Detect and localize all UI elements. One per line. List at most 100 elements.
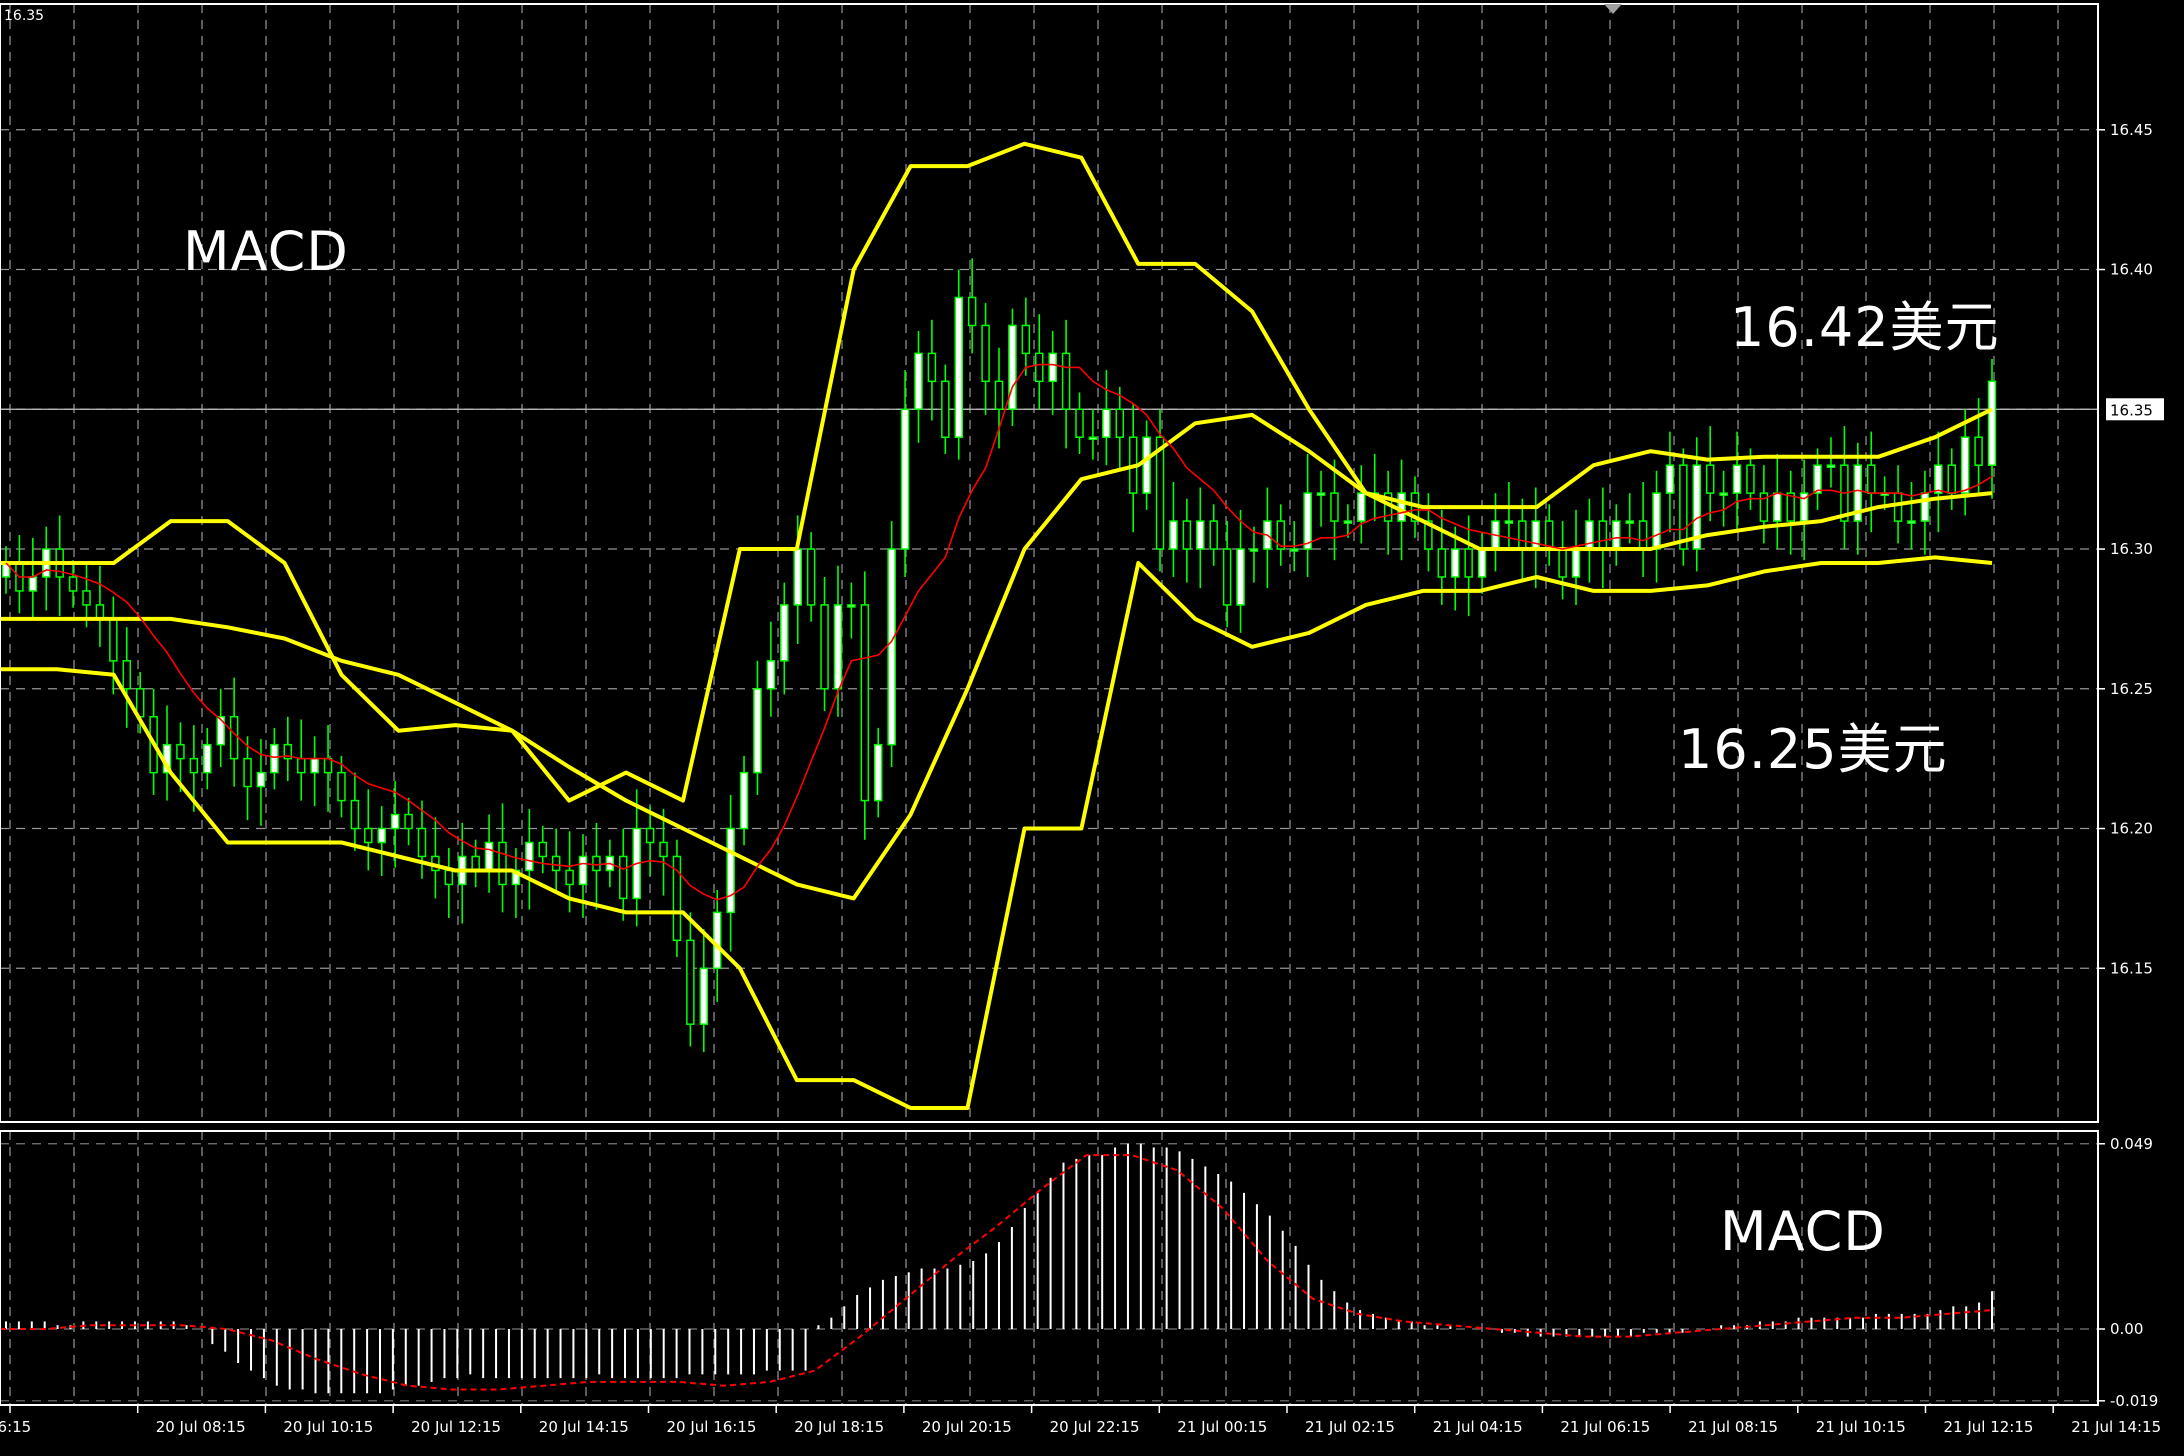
candle-body bbox=[243, 757, 252, 788]
candle-body bbox=[28, 576, 38, 592]
x-tick-label: 20 Jul 12:15 bbox=[411, 1418, 501, 1436]
candle-body bbox=[981, 324, 990, 383]
macd-y-tick-label: -0.019 bbox=[2110, 1392, 2158, 1410]
candle-body bbox=[1947, 464, 1956, 494]
x-tick-label: 21 Jul 02:15 bbox=[1305, 1418, 1395, 1436]
candle-body bbox=[1960, 436, 1970, 494]
candle-body bbox=[1746, 464, 1755, 494]
candle-body bbox=[1075, 408, 1084, 438]
candle-body bbox=[820, 604, 829, 690]
current-price-label: 16.35 bbox=[2110, 401, 2153, 419]
y-tick-label: 16.40 bbox=[2110, 261, 2153, 279]
candle-body bbox=[699, 967, 709, 1025]
macd-histogram bbox=[0, 1143, 1993, 1394]
candle-body bbox=[1236, 548, 1245, 606]
candle-body bbox=[1182, 520, 1192, 550]
candle-body bbox=[659, 841, 668, 858]
candle-body bbox=[1088, 436, 1098, 440]
candle-body bbox=[1450, 548, 1460, 578]
candle-body bbox=[1665, 464, 1675, 494]
candle-body bbox=[887, 548, 896, 746]
candle-body bbox=[1518, 520, 1527, 550]
candle-body bbox=[1531, 520, 1541, 550]
macd-signal-line bbox=[0, 1154, 1993, 1391]
candle-body bbox=[1477, 548, 1487, 578]
candle-body bbox=[1987, 380, 1997, 466]
candle-body bbox=[1330, 492, 1339, 522]
candle-body bbox=[444, 869, 454, 886]
x-tick-label: 21 Jul 12:15 bbox=[1944, 1418, 2034, 1436]
macd-panel-title: MACD bbox=[1720, 1200, 1886, 1263]
candle-body bbox=[1974, 436, 1983, 466]
candle-body bbox=[1625, 520, 1634, 524]
candle-body bbox=[1719, 492, 1728, 496]
candle-body bbox=[1612, 520, 1621, 550]
corner-price: 16.35 bbox=[4, 8, 45, 24]
candle-body bbox=[900, 408, 910, 550]
candle-body bbox=[994, 380, 1004, 411]
candle-body bbox=[68, 576, 78, 592]
y-tick-label: 16.25 bbox=[2110, 680, 2153, 698]
candle-body bbox=[1316, 492, 1326, 496]
candle-body bbox=[1920, 492, 1930, 522]
main-panel-title: MACD bbox=[183, 220, 349, 283]
candle-body bbox=[122, 660, 132, 690]
candle-body bbox=[1585, 520, 1594, 550]
candle-body bbox=[967, 296, 977, 327]
candle-body bbox=[551, 855, 561, 872]
candle-body bbox=[1222, 548, 1232, 606]
candle-body bbox=[619, 855, 628, 900]
candle-body bbox=[739, 771, 749, 830]
bollinger-lower-band bbox=[0, 555, 1993, 1110]
candle-body bbox=[1048, 352, 1057, 383]
candle-body bbox=[1021, 324, 1031, 355]
candle-body bbox=[390, 813, 400, 830]
candle-body bbox=[404, 813, 413, 830]
candle-body bbox=[793, 548, 802, 606]
candle-body bbox=[1196, 520, 1205, 550]
candle-body bbox=[1893, 492, 1903, 522]
candle-body bbox=[686, 939, 695, 1025]
shift-marker-icon bbox=[1604, 4, 1622, 14]
candle-body bbox=[1866, 464, 1876, 494]
candle-body bbox=[1773, 492, 1782, 522]
candle-body bbox=[1934, 464, 1943, 494]
x-tick-label: 21 Jul 00:15 bbox=[1177, 1418, 1267, 1436]
candle-body bbox=[1732, 464, 1742, 494]
candle-body bbox=[847, 604, 856, 608]
candle-body bbox=[1249, 548, 1259, 552]
x-tick-label: 21 Jul 06:15 bbox=[1560, 1418, 1650, 1436]
y-tick-label: 16.45 bbox=[2110, 121, 2153, 139]
x-tick-label: 20 Jul 18:15 bbox=[794, 1418, 884, 1436]
candle-body bbox=[873, 743, 883, 802]
candle-body bbox=[471, 855, 480, 872]
candle-body bbox=[109, 618, 118, 662]
x-tick-label: 20 Jul 20:15 bbox=[922, 1418, 1012, 1436]
candle-body bbox=[780, 604, 789, 662]
candle-body bbox=[1035, 352, 1044, 383]
candle-body bbox=[538, 841, 548, 858]
candle-body bbox=[592, 855, 601, 872]
candle-body bbox=[565, 869, 574, 886]
candle-body bbox=[1169, 520, 1178, 550]
x-tick-label: 21 Jul 14:15 bbox=[2071, 1418, 2161, 1436]
x-tick-label: 20 Jul 22:15 bbox=[1050, 1418, 1140, 1436]
y-tick-label: 16.30 bbox=[2110, 540, 2153, 558]
candle-body bbox=[914, 352, 923, 411]
x-tick-label: 20 Jul 10:15 bbox=[283, 1418, 373, 1436]
candle-body bbox=[377, 827, 386, 844]
candle-body bbox=[833, 604, 843, 690]
candle-body bbox=[310, 757, 319, 774]
candle-body bbox=[1464, 548, 1473, 578]
candle-body bbox=[927, 352, 937, 383]
x-tick-label: 20 Jul 14:15 bbox=[539, 1418, 629, 1436]
candle-body bbox=[726, 827, 735, 914]
candle-body bbox=[941, 380, 950, 438]
candle-body bbox=[1289, 548, 1299, 552]
y-tick-label: 16.20 bbox=[2110, 820, 2153, 838]
candle-body bbox=[1826, 464, 1836, 468]
candle-body bbox=[954, 296, 963, 438]
candle-body bbox=[229, 715, 239, 760]
candle-body bbox=[203, 743, 212, 774]
upper-price-annotation: 16.42美元 bbox=[1730, 296, 2000, 359]
